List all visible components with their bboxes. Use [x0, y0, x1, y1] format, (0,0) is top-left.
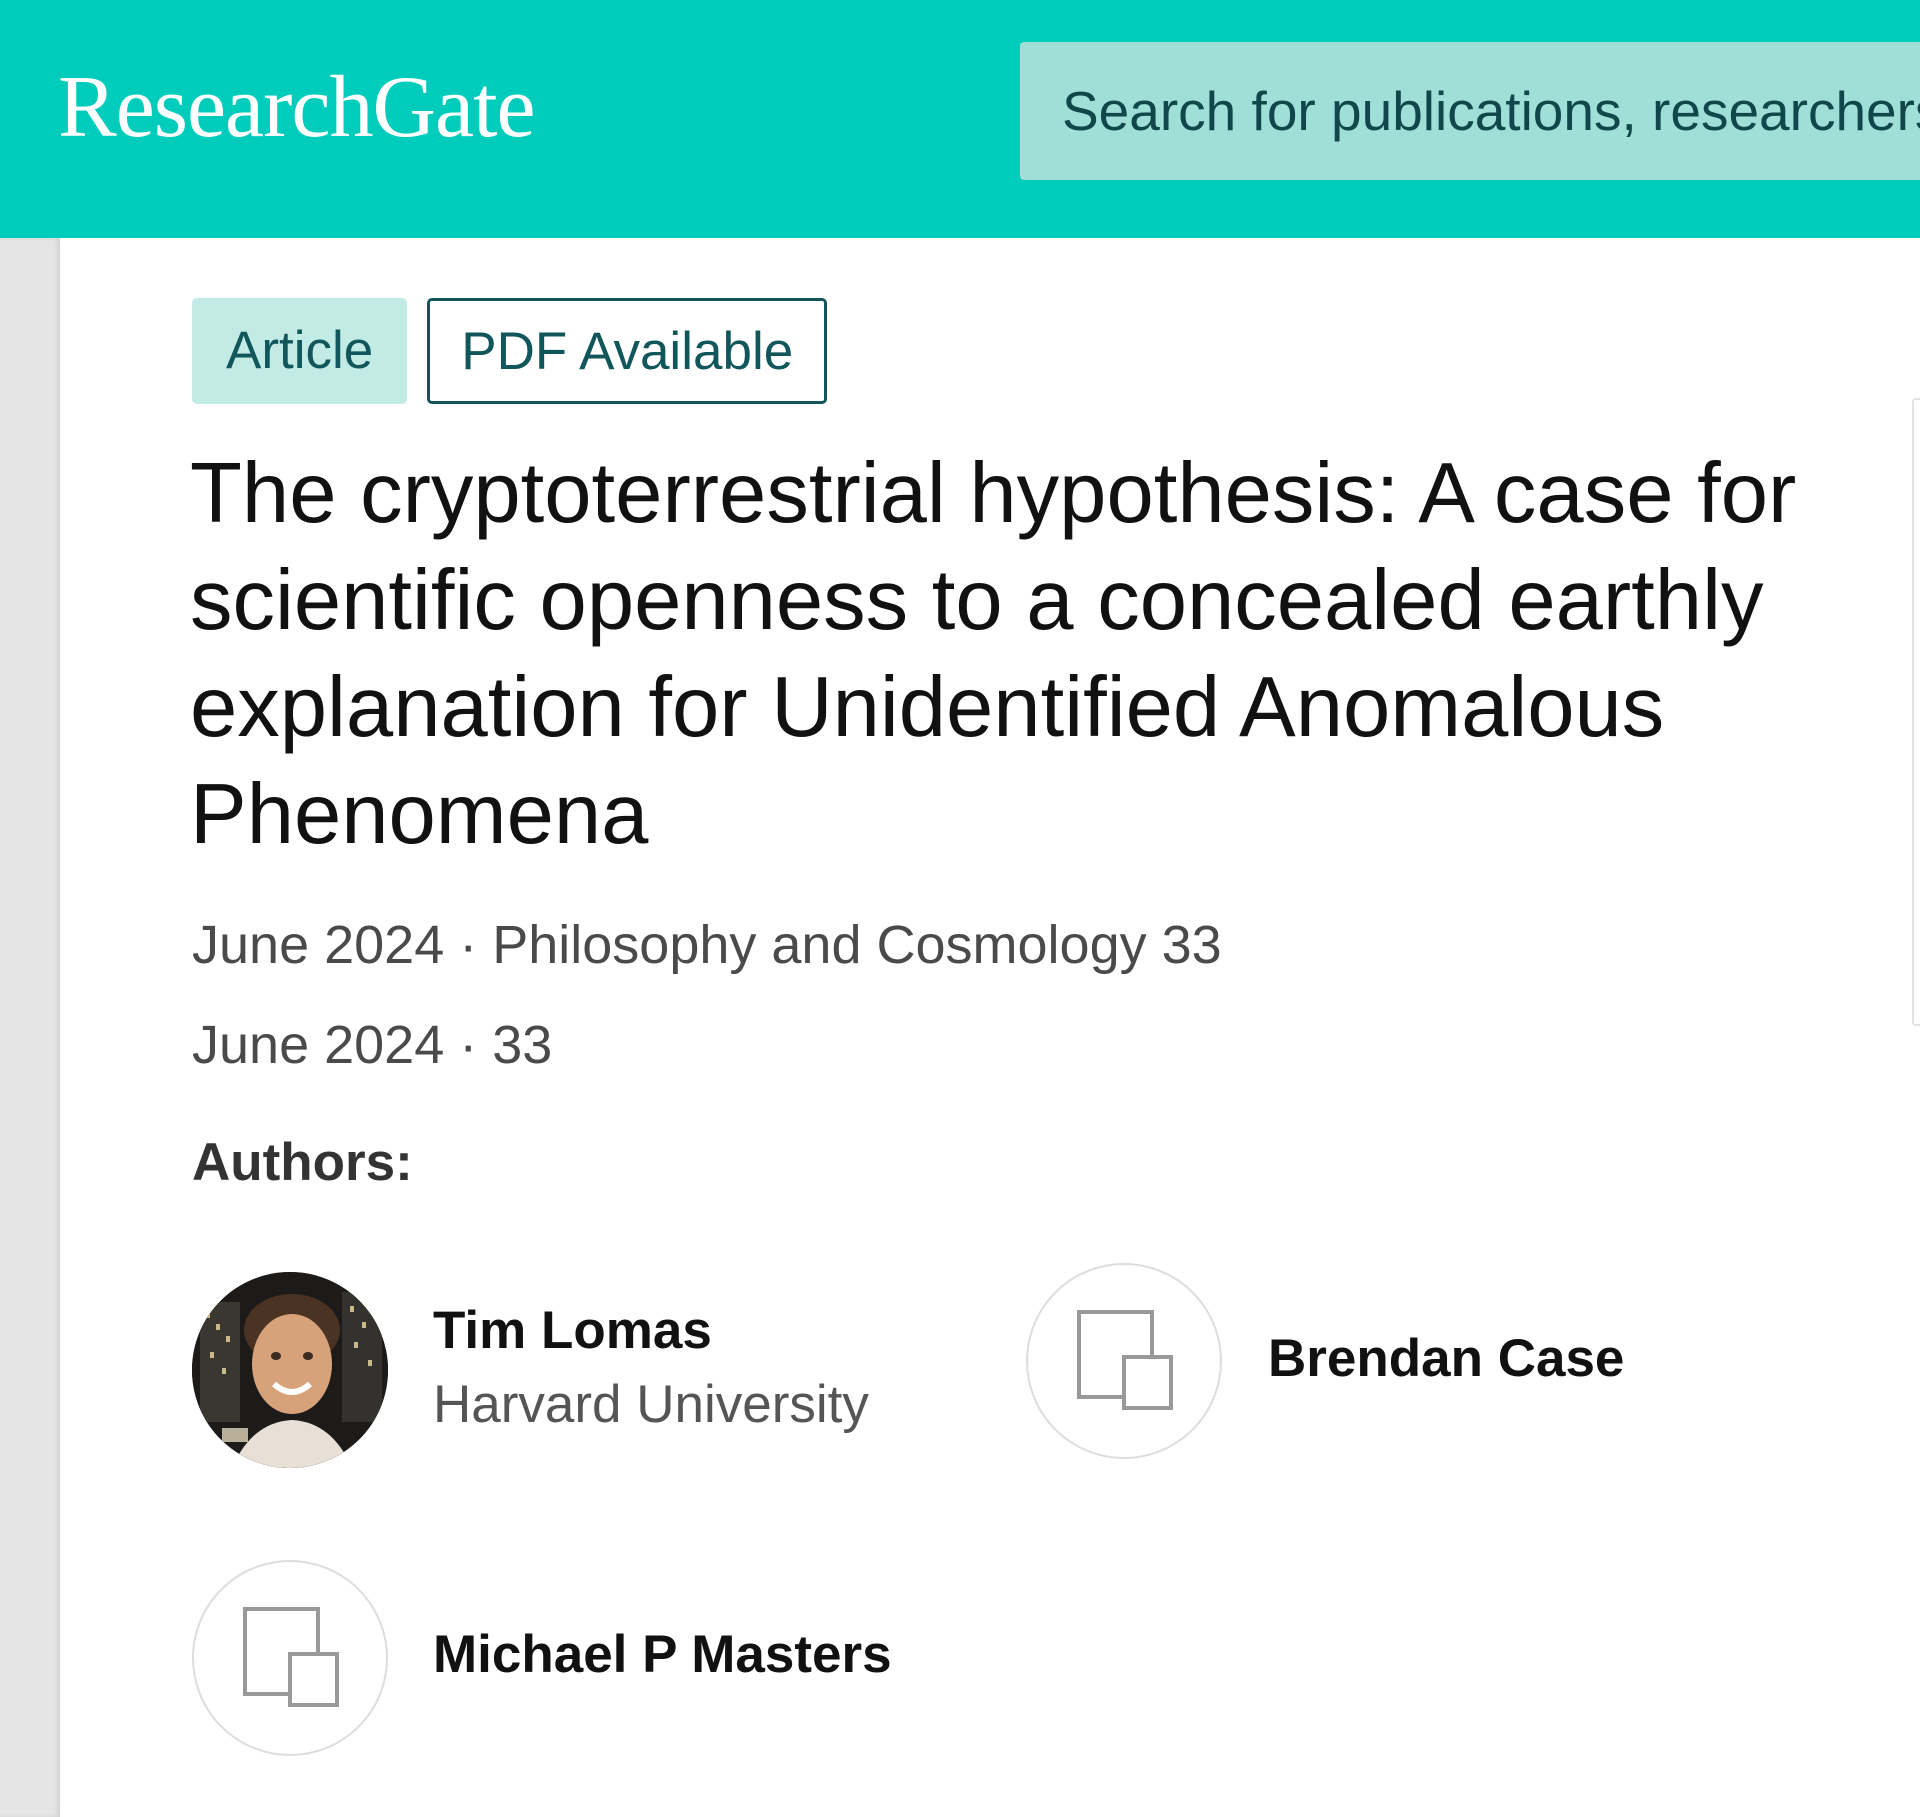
author-avatar-placeholder[interactable] — [1026, 1263, 1222, 1459]
pdf-available-badge[interactable]: PDF Available — [427, 298, 828, 404]
placeholder-profile-icon — [243, 1607, 339, 1707]
author-avatar-placeholder[interactable] — [192, 1560, 388, 1756]
article-badge: Article — [192, 298, 408, 404]
left-page-gutter — [0, 238, 60, 1817]
authors-heading: Authors: — [192, 1133, 413, 1192]
author-affiliation[interactable]: Harvard University — [433, 1370, 869, 1440]
author-name-tim-lomas[interactable]: Tim Lomas — [433, 1296, 712, 1366]
right-panel-edge — [1912, 398, 1920, 1026]
profile-photo — [192, 1272, 388, 1468]
author-avatar-photo[interactable] — [192, 1272, 388, 1468]
top-navigation-bar: ResearchGate Search for publications, re… — [0, 0, 1920, 238]
publication-meta-date-volume: June 2024 · 33 — [192, 1015, 553, 1075]
placeholder-profile-icon — [1077, 1310, 1173, 1410]
author-name-brendan-case[interactable]: Brendan Case — [1268, 1324, 1624, 1394]
publication-title: The cryptoterrestrial hypothesis: A case… — [190, 446, 1797, 862]
researchgate-logo[interactable]: ResearchGate — [58, 58, 536, 158]
publication-type-badges: Article PDF Available — [192, 298, 828, 404]
publication-meta-date-journal: June 2024 · Philosophy and Cosmology 33 — [192, 915, 1222, 975]
author-name-michael-p-masters[interactable]: Michael P Masters — [433, 1620, 892, 1690]
search-input[interactable]: Search for publications, researchers, or… — [1020, 42, 1920, 180]
